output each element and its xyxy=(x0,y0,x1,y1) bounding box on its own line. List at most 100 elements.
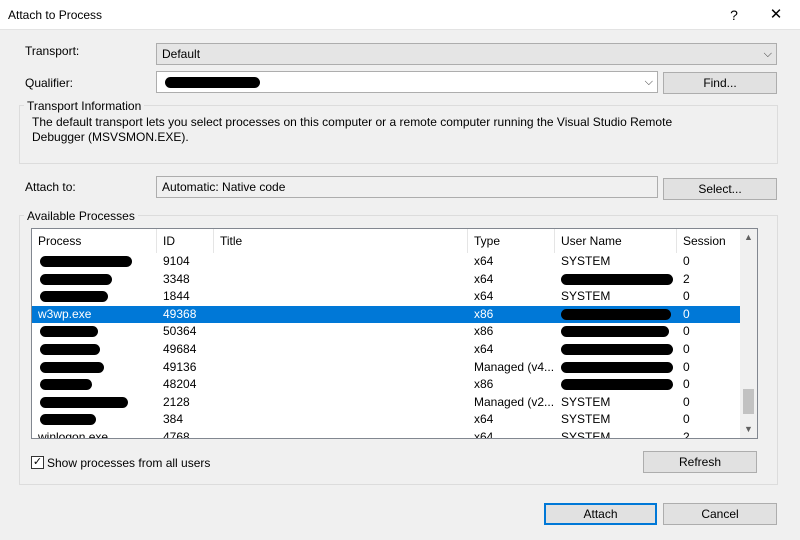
scroll-down-icon[interactable]: ▼ xyxy=(740,421,757,438)
cell-user: SYSTEM xyxy=(561,394,611,409)
cell-type: x64 xyxy=(474,412,494,427)
scroll-up-icon[interactable]: ▲ xyxy=(740,229,757,246)
column-user-name[interactable]: User Name xyxy=(555,229,677,253)
refresh-button-label: Refresh xyxy=(678,455,722,469)
column-session[interactable]: Session xyxy=(677,229,742,253)
cell-session: 0 xyxy=(683,412,690,427)
cell-process: winlogon.exe xyxy=(38,430,109,439)
cancel-button[interactable]: Cancel xyxy=(663,503,777,525)
find-button-label: Find... xyxy=(703,76,737,90)
cell-type: Managed (v2.... xyxy=(474,394,555,409)
cell-type: x64 xyxy=(474,254,494,268)
redaction-mark xyxy=(40,414,96,426)
window-title: Attach to Process xyxy=(8,8,103,22)
cell-session: 2 xyxy=(683,430,690,439)
show-all-users-checkbox[interactable]: ✓ xyxy=(31,456,44,469)
attach-button[interactable]: Attach xyxy=(544,503,657,525)
column-process[interactable]: Process xyxy=(32,229,157,253)
column-id[interactable]: ID xyxy=(157,229,214,253)
find-button[interactable]: Find... xyxy=(663,72,777,94)
redaction-mark xyxy=(165,77,260,88)
table-row[interactable]: 384 x64 SYSTEM 0 xyxy=(32,411,742,429)
cell-user: SYSTEM xyxy=(561,430,611,439)
redaction-mark xyxy=(40,344,100,355)
cell-session: 0 xyxy=(683,342,690,356)
cell-user: SYSTEM xyxy=(561,254,611,268)
column-type[interactable]: Type xyxy=(468,229,555,253)
cell-session: 0 xyxy=(683,289,690,304)
attach-to-value: Automatic: Native code xyxy=(162,180,286,194)
redaction-mark xyxy=(561,326,669,338)
table-row[interactable]: 1844 x64 SYSTEM 0 xyxy=(32,288,742,306)
table-row[interactable]: 48204 x86 0 xyxy=(32,376,742,394)
redaction-mark xyxy=(561,308,671,320)
table-row[interactable]: 9104 x64 SYSTEM 0 xyxy=(32,253,742,271)
transport-dropdown[interactable]: Default ⌵ xyxy=(156,43,777,65)
transport-info-title: Transport Information xyxy=(24,99,145,113)
cell-type: x64 xyxy=(474,430,494,439)
cell-session: 0 xyxy=(683,394,690,409)
column-title[interactable]: Title xyxy=(214,229,468,253)
cell-type: x64 xyxy=(474,289,494,304)
attach-button-label: Attach xyxy=(583,507,618,521)
table-row[interactable]: w3wp.exe 49368 x86 0 xyxy=(32,305,742,324)
cell-user: SYSTEM xyxy=(561,289,611,304)
table-row[interactable]: 50364 x86 0 xyxy=(32,323,742,341)
cell-id: 49136 xyxy=(163,359,197,374)
cell-user: SYSTEM xyxy=(561,412,611,427)
help-button[interactable]: ? xyxy=(722,4,746,26)
cell-id: 48204 xyxy=(163,377,197,392)
cell-type: x86 xyxy=(474,324,494,339)
cell-id: 9104 xyxy=(163,254,190,268)
redaction-mark xyxy=(561,379,673,391)
select-button-label: Select... xyxy=(698,182,742,196)
cell-session: 0 xyxy=(683,254,690,268)
process-list-scrollbar[interactable]: ▲ ▼ xyxy=(740,229,757,438)
available-processes-title: Available Processes xyxy=(24,209,138,223)
transport-info-text: The default transport lets you select pr… xyxy=(32,115,673,144)
table-row[interactable]: winlogon.exe 4768 x64 SYSTEM 2 xyxy=(32,429,742,439)
cell-id: 49368 xyxy=(163,306,197,321)
qualifier-label: Qualifier: xyxy=(25,76,74,90)
process-list-header: Process ID Title Type User Name Session xyxy=(32,229,742,253)
cell-type: x86 xyxy=(474,306,494,321)
cell-session: 0 xyxy=(683,359,690,374)
checkmark-icon: ✓ xyxy=(32,456,43,468)
scrollbar-thumb[interactable] xyxy=(743,389,754,414)
cell-type: Managed (v4.... xyxy=(474,359,555,374)
qualifier-combobox[interactable]: ⌵ xyxy=(156,71,658,93)
transport-label: Transport: xyxy=(25,44,80,58)
select-button[interactable]: Select... xyxy=(663,178,777,200)
redaction-mark xyxy=(561,361,673,373)
show-all-users-label[interactable]: Show processes from all users xyxy=(47,456,210,470)
redaction-mark xyxy=(40,361,104,373)
cell-session: 0 xyxy=(683,324,690,339)
redaction-mark xyxy=(561,273,673,285)
attach-to-field: Automatic: Native code xyxy=(156,176,658,198)
redaction-mark xyxy=(40,291,108,303)
table-row[interactable]: 3348 x64 2 xyxy=(32,271,742,289)
cell-process: w3wp.exe xyxy=(38,306,92,321)
cancel-button-label: Cancel xyxy=(701,507,739,521)
redaction-mark xyxy=(561,344,673,355)
cell-type: x86 xyxy=(474,377,494,392)
cell-type: x64 xyxy=(474,342,494,356)
close-button[interactable]: ✕ xyxy=(762,4,790,26)
cell-id: 49684 xyxy=(163,342,197,356)
table-row[interactable]: 49684 x64 0 xyxy=(32,341,742,359)
refresh-button[interactable]: Refresh xyxy=(643,451,757,473)
transport-value: Default xyxy=(162,47,201,61)
cell-id: 3348 xyxy=(163,271,190,286)
redaction-mark xyxy=(40,326,98,338)
chevron-down-icon: ⌵ xyxy=(763,48,772,60)
cell-session: 2 xyxy=(683,271,690,286)
table-row[interactable]: 49136 Managed (v4.... 0 xyxy=(32,359,742,377)
redaction-mark xyxy=(40,256,132,267)
cell-id: 1844 xyxy=(163,289,190,304)
redaction-mark xyxy=(40,396,128,408)
cell-session: 0 xyxy=(683,306,690,321)
attach-to-label: Attach to: xyxy=(25,180,76,194)
table-row[interactable]: 2128 Managed (v2.... SYSTEM 0 xyxy=(32,394,742,412)
process-list[interactable]: Process ID Title Type User Name Session … xyxy=(31,228,758,439)
chevron-down-icon: ⌵ xyxy=(644,76,653,88)
